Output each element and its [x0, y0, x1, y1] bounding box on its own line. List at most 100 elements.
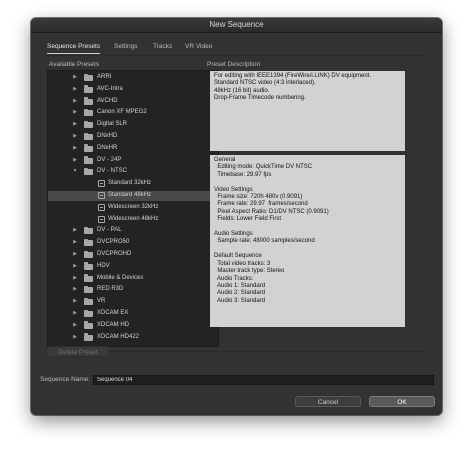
- preset-file-row[interactable]: Standard 32kHz: [48, 179, 218, 189]
- preset-folder-row[interactable]: ▶ XDCAM HD: [48, 321, 218, 331]
- preset-folder-row[interactable]: ▶ HDV: [48, 262, 218, 272]
- preset-folder-row[interactable]: ▶ DNxHD: [48, 132, 218, 142]
- chevron-right-icon[interactable]: ▶: [72, 120, 78, 130]
- preset-folder-label: DNxHR: [97, 144, 118, 151]
- preset-file-row[interactable]: Widescreen 32kHz: [48, 203, 218, 213]
- new-sequence-dialog: New Sequence Sequence Presets Settings T…: [31, 18, 442, 415]
- chevron-right-icon[interactable]: ▶: [72, 226, 78, 236]
- preset-folder-row[interactable]: ▼ DV - NTSC: [48, 167, 218, 177]
- preset-file-icon: [98, 192, 105, 199]
- preset-folder-label: HDV: [97, 262, 110, 269]
- folder-icon: [84, 285, 93, 294]
- folder-icon: [84, 73, 93, 81]
- preset-folder-label: ARRI: [97, 74, 112, 80]
- tab-divider: [47, 55, 426, 56]
- preset-folder-row[interactable]: ▶ DV - 24P: [48, 156, 218, 166]
- preset-folder-label: XDCAM HD: [97, 321, 130, 328]
- chevron-right-icon[interactable]: ▶: [72, 156, 78, 166]
- preset-folder-label: DV - 24P: [97, 156, 122, 163]
- preset-file-label: Widescreen 32kHz: [108, 203, 159, 210]
- chevron-right-icon[interactable]: ▶: [72, 309, 78, 319]
- tab-settings[interactable]: Settings: [114, 42, 138, 52]
- chevron-right-icon[interactable]: ▶: [72, 85, 78, 95]
- folder-icon: [84, 108, 93, 117]
- chevron-right-icon[interactable]: ▶: [72, 108, 78, 118]
- ok-button[interactable]: OK: [369, 396, 435, 407]
- preset-folder-row[interactable]: ▶ Digital SLR: [48, 120, 218, 130]
- preset-folder-label: Digital SLR: [97, 121, 128, 128]
- preset-file-row[interactable]: Widescreen 48kHz: [48, 215, 218, 225]
- preset-folder-row[interactable]: ▶ AVCHD: [48, 97, 218, 107]
- preset-folder-row[interactable]: ▶ RED R3D: [48, 285, 218, 295]
- preset-summary: For editing with IEEE1394 (FireWire/i.LI…: [210, 71, 405, 151]
- preset-folder-label: XDCAM HD422: [97, 333, 140, 340]
- folder-icon: [84, 132, 93, 140]
- sequence-name-input[interactable]: [93, 375, 434, 385]
- folder-icon: [84, 238, 93, 247]
- chevron-right-icon[interactable]: ▶: [72, 97, 78, 107]
- preset-folder-row[interactable]: ▶ Canon XF MPEG2: [48, 108, 218, 118]
- preset-folder-label: Mobile & Devices: [97, 274, 144, 281]
- dialog-title: New Sequence: [31, 18, 442, 33]
- preset-details: General Editing mode: QuickTime DV NTSC …: [210, 155, 405, 327]
- folder-icon: [84, 226, 93, 235]
- preset-folder-label: XDCAM EX: [97, 310, 129, 316]
- preset-folder-label: DVCPROHD: [97, 251, 132, 257]
- preset-folder-row[interactable]: ▶ DV - PAL: [48, 226, 218, 236]
- chevron-right-icon[interactable]: ▶: [72, 285, 78, 295]
- chevron-right-icon[interactable]: ▶: [72, 321, 78, 331]
- folder-icon: [84, 297, 93, 306]
- tab-sequence-presets[interactable]: Sequence Presets: [47, 42, 101, 54]
- folder-icon: [84, 85, 93, 93]
- preset-folder-row[interactable]: ▶ VR: [48, 297, 218, 307]
- chevron-right-icon[interactable]: ▶: [72, 144, 78, 154]
- chevron-right-icon[interactable]: ▶: [72, 297, 78, 307]
- preset-folder-label: DV - NTSC: [97, 168, 127, 175]
- preset-file-row[interactable]: Standard 48kHz: [48, 191, 218, 201]
- tab-vr-video[interactable]: VR Video: [185, 42, 212, 52]
- folder-icon: [84, 309, 93, 317]
- chevron-right-icon[interactable]: ▶: [72, 333, 78, 343]
- preset-folder-label: AVCHD: [97, 97, 118, 104]
- chevron-right-icon[interactable]: ▶: [72, 250, 78, 260]
- folder-icon: [84, 274, 93, 282]
- preset-folder-label: DVCPRO50: [97, 239, 130, 246]
- folder-icon: [84, 144, 93, 152]
- preset-folder-row[interactable]: ▶ XDCAM HD422: [48, 333, 218, 343]
- preset-file-label: Standard 32kHz: [108, 180, 152, 187]
- preset-folder-row[interactable]: ▶ DVCPROHD: [48, 250, 218, 260]
- chevron-right-icon[interactable]: ▶: [72, 132, 78, 142]
- preset-file-icon: [98, 180, 105, 188]
- cancel-button[interactable]: Cancel: [295, 396, 361, 407]
- chevron-down-icon[interactable]: ▼: [72, 167, 78, 177]
- chevron-right-icon[interactable]: ▶: [72, 262, 78, 272]
- chevron-right-icon[interactable]: ▶: [72, 73, 78, 83]
- preset-description-label: Preset Description: [207, 61, 261, 68]
- preset-folder-row[interactable]: ▶ Mobile & Devices: [48, 274, 218, 284]
- preset-folder-label: Canon XF MPEG2: [97, 109, 147, 116]
- preset-folder-row[interactable]: ▶ DVCPRO50: [48, 238, 218, 248]
- preset-folder-row[interactable]: ▶ ARRI: [48, 73, 218, 83]
- chevron-right-icon[interactable]: ▶: [72, 274, 78, 284]
- preset-folder-label: DV - PAL: [97, 227, 122, 234]
- preset-folder-row[interactable]: ▶ XDCAM EX: [48, 309, 218, 319]
- preset-folder-row[interactable]: ▶ DNxHR: [48, 144, 218, 154]
- presets-tree[interactable]: ▶ ARRI ▶ AVC-Intra ▶ AVCHD ▶ Canon XF MPEG2 ▶ Dig…: [47, 70, 219, 347]
- preset-file-label: Standard 48kHz: [108, 192, 152, 198]
- folder-icon: [84, 321, 93, 329]
- folder-icon: [84, 97, 93, 105]
- chevron-right-icon[interactable]: ▶: [72, 238, 78, 248]
- delete-preset-button[interactable]: Delete Preset: [46, 346, 110, 357]
- preset-folder-row[interactable]: ▶ AVC-Intra: [48, 85, 218, 95]
- folder-icon: [84, 250, 93, 258]
- folder-icon: [84, 120, 93, 129]
- preset-file-label: Widescreen 48kHz: [108, 215, 159, 222]
- folder-icon: [84, 262, 93, 270]
- preset-file-icon: [98, 203, 105, 211]
- preset-file-icon: [98, 215, 105, 223]
- tab-tracks[interactable]: Tracks: [153, 42, 172, 52]
- folder-icon: [84, 167, 93, 176]
- preset-folder-label: DNxHD: [97, 133, 118, 139]
- preset-folder-label: VR: [97, 298, 106, 305]
- folder-icon: [84, 156, 93, 164]
